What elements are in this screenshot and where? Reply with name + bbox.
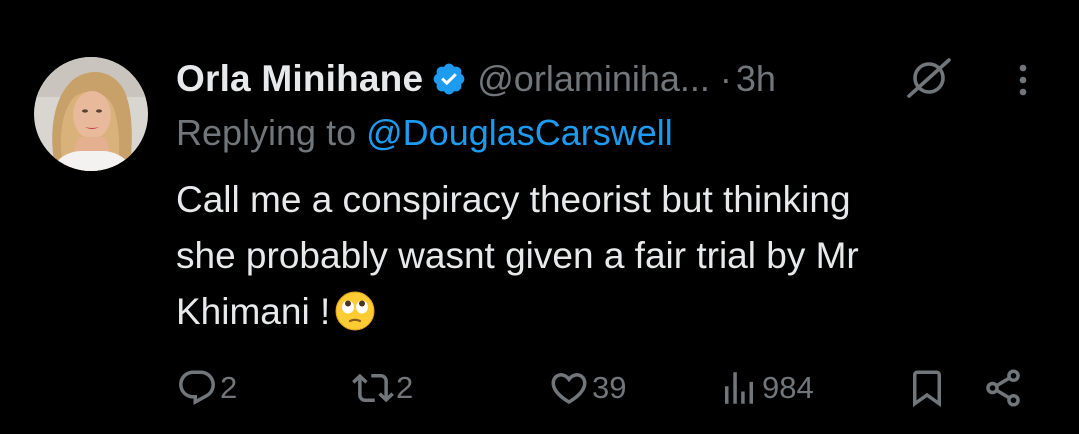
like-count: 39 bbox=[592, 370, 627, 405]
views-icon bbox=[725, 372, 753, 404]
timestamp[interactable]: 3h bbox=[736, 58, 776, 100]
share-button[interactable] bbox=[982, 360, 1024, 416]
tweet-text-line: Khimani ! bbox=[176, 291, 331, 332]
reply-icon bbox=[179, 370, 215, 405]
separator: · bbox=[719, 58, 732, 99]
bookmark-icon bbox=[913, 370, 941, 408]
avatar[interactable] bbox=[34, 57, 148, 171]
face-with-rolling-eyes-icon bbox=[335, 291, 375, 331]
like-button[interactable]: 39 bbox=[548, 360, 626, 416]
replying-to-mention[interactable]: @DouglasCarswell bbox=[366, 112, 673, 153]
author-name[interactable]: Orla Minihane bbox=[176, 58, 423, 100]
verified-badge-icon[interactable] bbox=[431, 61, 467, 97]
views-button[interactable]: 984 bbox=[718, 360, 814, 416]
reply-count: 2 bbox=[220, 370, 238, 405]
like-icon bbox=[551, 373, 587, 405]
avatar-image bbox=[34, 57, 148, 171]
tweet-text-line-last: Khimani ! bbox=[176, 284, 1016, 340]
tweet-text-line: Call me a conspiracy theorist but thinki… bbox=[176, 179, 851, 220]
tweet-text-line: she probably wasnt given a fair trial by… bbox=[176, 235, 859, 276]
repost-count: 2 bbox=[396, 370, 414, 405]
repost-button[interactable]: 2 bbox=[352, 360, 413, 416]
author-handle[interactable]: @orlaminiha... bbox=[477, 58, 710, 100]
repost-icon bbox=[352, 373, 394, 403]
reply-button[interactable]: 2 bbox=[176, 360, 237, 416]
replying-to: Replying to @DouglasCarswell bbox=[176, 112, 673, 154]
views-count: 984 bbox=[762, 370, 814, 405]
grok-icon[interactable] bbox=[903, 56, 953, 100]
replying-to-label: Replying to bbox=[176, 112, 357, 153]
tweet-text: Call me a conspiracy theorist but thinki… bbox=[176, 172, 1016, 340]
action-bar: 2 2 39 984 bbox=[0, 360, 1079, 416]
tweet-header: Orla Minihane @orlaminiha... · 3h bbox=[176, 54, 776, 104]
bookmark-button[interactable] bbox=[906, 360, 948, 416]
more-icon[interactable] bbox=[1006, 58, 1040, 102]
share-icon bbox=[986, 369, 1020, 407]
tweet[interactable]: Orla Minihane @orlaminiha... · 3h Replyi… bbox=[0, 0, 1079, 434]
